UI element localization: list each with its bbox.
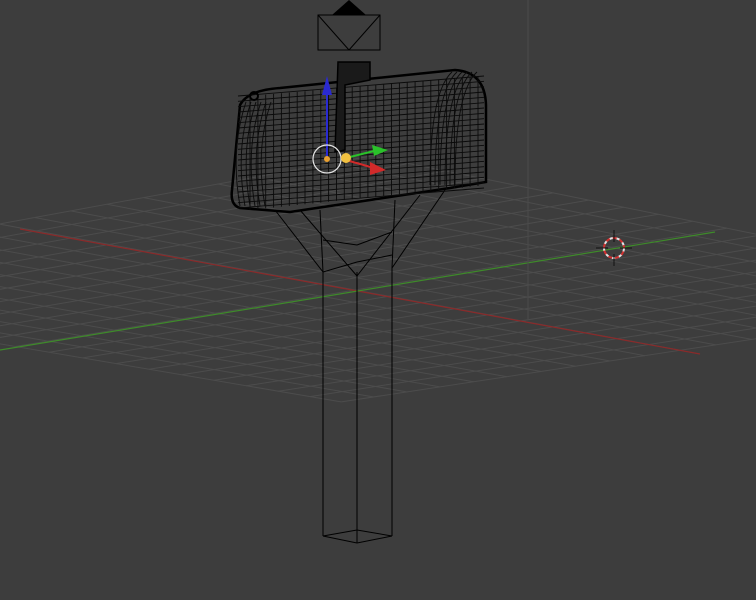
- floor-grid: [0, 155, 756, 403]
- z-arrow-icon[interactable]: [322, 76, 332, 95]
- manipulator-center-icon[interactable]: [341, 153, 351, 163]
- y-arrow-icon[interactable]: [372, 145, 388, 156]
- 3d-viewport[interactable]: [0, 0, 756, 600]
- mailbox-body[interactable]: [230, 61, 488, 214]
- viewport-canvas[interactable]: [0, 0, 756, 600]
- object-origin-icon: [324, 156, 330, 162]
- transform-manipulator[interactable]: [312, 76, 388, 175]
- camera-object[interactable]: [317, 0, 381, 51]
